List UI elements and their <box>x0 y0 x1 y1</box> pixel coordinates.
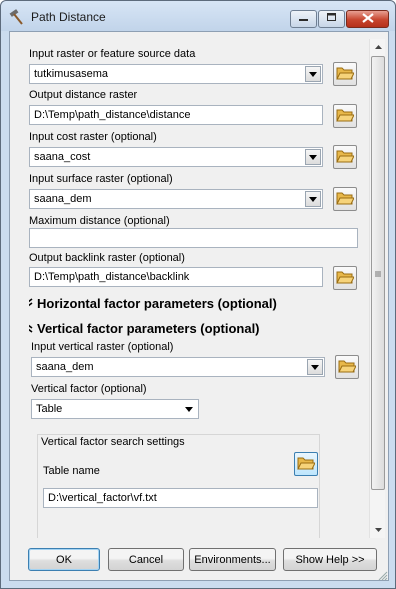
backlink-label: Output backlink raster (optional) <box>29 252 185 264</box>
folder-open-icon <box>297 455 316 473</box>
scrollbar-thumb[interactable] <box>371 56 385 490</box>
environments-button[interactable]: Environments... <box>189 548 276 571</box>
input-raster-label: Input raster or feature source data <box>29 48 196 60</box>
minimize-button[interactable] <box>290 10 317 28</box>
horizontal-factor-section[interactable]: Horizontal factor parameters (optional) <box>29 296 277 311</box>
show-help-button[interactable]: Show Help >> <box>283 548 377 571</box>
vertical-factor-select[interactable]: Table <box>31 399 199 419</box>
vertical-factor-title: Vertical factor parameters (optional) <box>37 321 260 336</box>
maximize-icon <box>326 13 337 25</box>
cancel-button[interactable]: Cancel <box>108 548 184 571</box>
output-distance-label: Output distance raster <box>29 89 138 101</box>
folder-open-icon <box>336 269 355 287</box>
max-distance-field[interactable] <box>29 228 358 248</box>
folder-open-icon <box>338 358 357 376</box>
input-raster-browse-button[interactable] <box>333 62 357 86</box>
resize-grip-icon[interactable] <box>378 571 388 581</box>
close-icon <box>361 12 374 26</box>
backlink-browse-button[interactable] <box>333 266 357 290</box>
vertical-factor-label: Vertical factor (optional) <box>31 383 147 395</box>
grip-icon <box>375 269 381 277</box>
input-raster-combo[interactable]: tutkimusasema <box>29 64 323 84</box>
folder-open-icon <box>336 148 355 166</box>
chevron-down-icon[interactable] <box>181 401 197 417</box>
hammer-icon <box>8 9 26 25</box>
vertical-factor-section[interactable]: Vertical factor parameters (optional) <box>29 321 260 336</box>
ok-button[interactable]: OK <box>28 548 100 571</box>
vertical-raster-label: Input vertical raster (optional) <box>31 341 174 353</box>
folder-open-icon <box>336 65 355 83</box>
vertical-factor-value: Table <box>36 403 63 415</box>
table-browse-button[interactable] <box>294 452 318 476</box>
folder-open-icon <box>336 190 355 208</box>
maximize-button[interactable] <box>318 10 345 28</box>
chevron-down-icon[interactable] <box>305 191 321 207</box>
vertical-raster-value: saana_dem <box>36 361 94 373</box>
output-distance-browse-button[interactable] <box>333 104 357 128</box>
path-distance-dialog: Path Distance Input raster or feature so… <box>0 0 396 589</box>
dialog-body: Input raster or feature source data tutk… <box>9 31 389 581</box>
double-chevron-down-icon <box>29 296 35 311</box>
search-settings-panel: Vertical factor search settings Table na… <box>37 434 320 538</box>
minimize-icon <box>298 13 309 25</box>
surface-raster-combo[interactable]: saana_dem <box>29 189 323 209</box>
folder-open-icon <box>336 107 355 125</box>
double-chevron-up-icon <box>29 321 35 336</box>
input-raster-value: tutkimusasema <box>34 68 108 80</box>
cost-raster-browse-button[interactable] <box>333 145 357 169</box>
chevron-down-icon[interactable] <box>307 359 323 375</box>
surface-raster-label: Input surface raster (optional) <box>29 173 173 185</box>
surface-raster-value: saana_dem <box>34 193 92 205</box>
max-distance-label: Maximum distance (optional) <box>29 215 170 227</box>
chevron-down-icon[interactable] <box>305 149 321 165</box>
surface-raster-browse-button[interactable] <box>333 187 357 211</box>
cost-raster-label: Input cost raster (optional) <box>29 131 157 143</box>
table-name-label: Table name <box>43 465 100 477</box>
scroll-up-icon[interactable] <box>370 39 386 55</box>
title-bar[interactable]: Path Distance <box>1 1 395 31</box>
cost-raster-combo[interactable]: saana_cost <box>29 147 323 167</box>
horizontal-factor-title: Horizontal factor parameters (optional) <box>37 296 277 311</box>
parameters-pane: Input raster or feature source data tutk… <box>29 39 368 538</box>
scroll-down-icon[interactable] <box>370 522 386 538</box>
table-name-field[interactable]: D:\vertical_factor\vf.txt <box>43 488 318 508</box>
chevron-down-icon[interactable] <box>305 66 321 82</box>
vertical-raster-combo[interactable]: saana_dem <box>31 357 325 377</box>
close-button[interactable] <box>346 10 389 28</box>
vertical-scrollbar[interactable] <box>369 39 385 538</box>
search-settings-title: Vertical factor search settings <box>41 436 185 448</box>
window-title: Path Distance <box>31 10 106 24</box>
output-distance-field[interactable]: D:\Temp\path_distance\distance <box>29 105 323 125</box>
cost-raster-value: saana_cost <box>34 151 91 163</box>
backlink-field[interactable]: D:\Temp\path_distance\backlink <box>29 267 323 287</box>
vertical-raster-browse-button[interactable] <box>335 355 359 379</box>
